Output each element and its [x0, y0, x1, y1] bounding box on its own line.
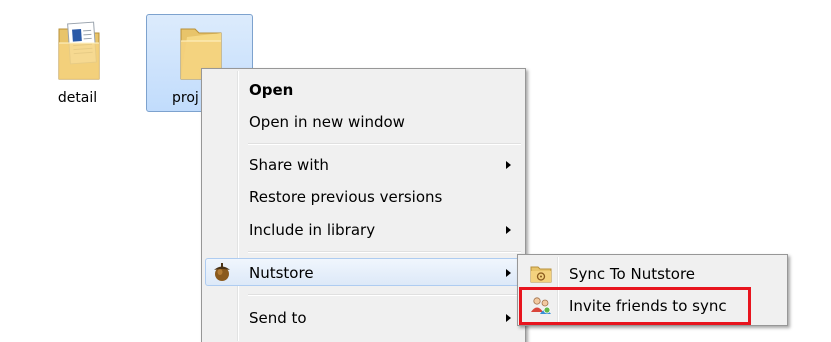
menu-item-include-in-library[interactable]: Include in library: [205, 215, 522, 243]
desktop-icon-detail[interactable]: detail: [24, 14, 131, 112]
context-menu: Open Open in new window Share with Resto…: [201, 68, 526, 342]
menu-item-sync-to-nutstore[interactable]: Sync To Nutstore: [521, 259, 784, 287]
document-folder-icon: [58, 21, 100, 80]
menu-item-label: Send to: [249, 309, 307, 327]
menu-item-share-with[interactable]: Share with: [205, 150, 522, 178]
emphasis-box: [519, 287, 751, 325]
menu-item-send-to[interactable]: Send to: [205, 303, 522, 331]
submenu-arrow-icon: [506, 226, 511, 234]
menu-item-label: Include in library: [249, 221, 376, 239]
menu-item-label: Open in new window: [249, 113, 405, 131]
menu-item-label: Sync To Nutstore: [569, 265, 696, 283]
menu-item-label: Restore previous versions: [249, 188, 443, 206]
menu-separator: [248, 143, 521, 145]
desktop: detail proj Open Open in new window Shar…: [0, 0, 831, 342]
submenu-arrow-icon: [506, 314, 511, 322]
menu-item-open[interactable]: Open: [205, 75, 522, 103]
sync-folder-icon: [530, 266, 552, 283]
submenu-arrow-icon: [506, 269, 511, 277]
menu-separator: [248, 251, 521, 253]
menu-item-restore-previous-versions[interactable]: Restore previous versions: [205, 182, 522, 210]
menu-item-label: Share with: [249, 156, 329, 174]
acorn-icon: [214, 263, 230, 281]
desktop-icon-label: detail: [57, 90, 98, 106]
menu-separator: [248, 294, 521, 296]
menu-item-open-new-window[interactable]: Open in new window: [205, 107, 522, 135]
menu-item-nutstore[interactable]: Nutstore: [205, 258, 522, 286]
menu-item-label: Open: [249, 81, 294, 99]
menu-item-label: Nutstore: [249, 264, 314, 282]
submenu-arrow-icon: [506, 161, 511, 169]
